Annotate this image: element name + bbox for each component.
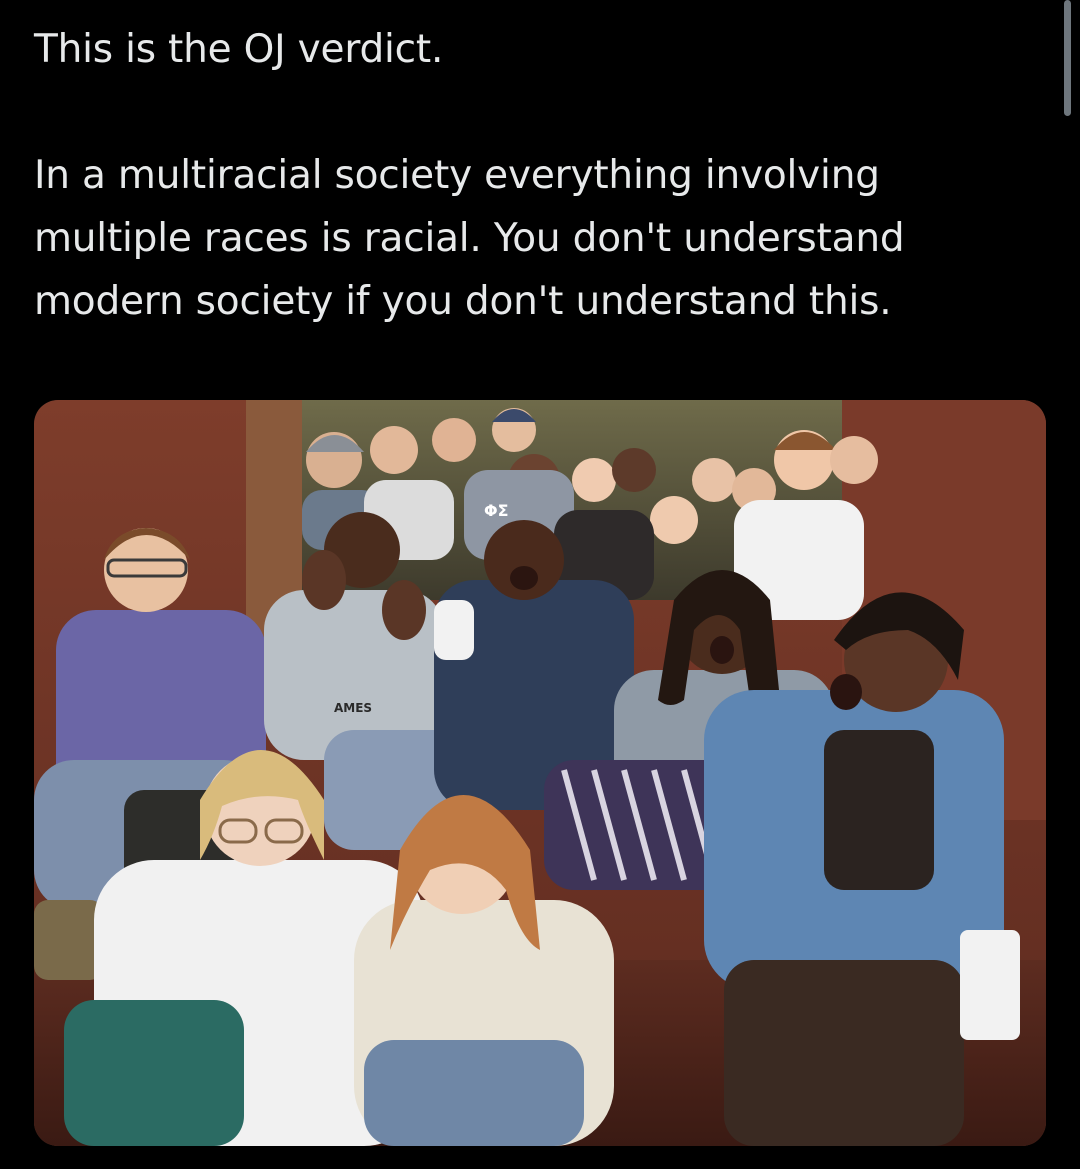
post-body: This is the OJ verdict. In a multiracial…	[34, 18, 1034, 333]
post-text-paragraph: In a multiracial society everything invo…	[34, 153, 905, 324]
scrollbar[interactable]	[1064, 0, 1071, 116]
post-media-photo[interactable]: ΦΣ AMES	[34, 400, 1046, 1146]
jacket-letters: AMES	[334, 701, 372, 715]
post-text-line: This is the OJ verdict.	[34, 27, 444, 72]
shirt-letters: ΦΣ	[484, 501, 509, 520]
green-backpack	[64, 1000, 244, 1146]
crowd-photo-illustration: ΦΣ AMES	[34, 400, 1046, 1146]
paper-cup	[960, 930, 1020, 1040]
